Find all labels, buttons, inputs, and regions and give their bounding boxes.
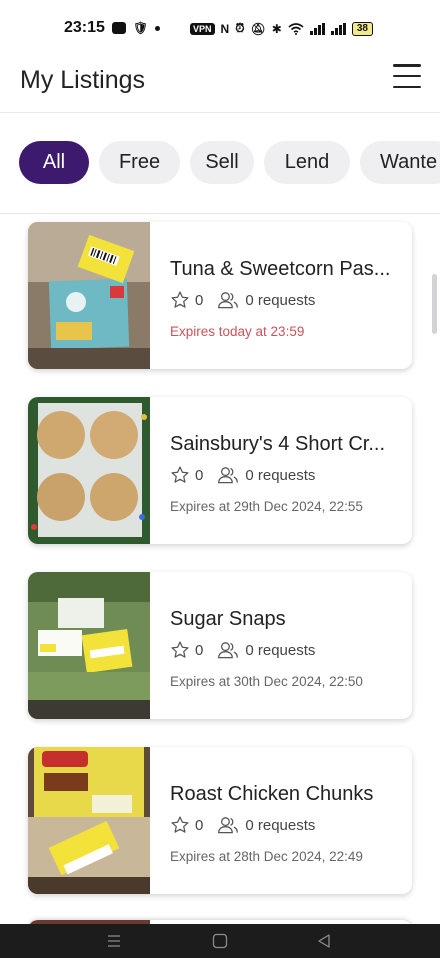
expiry-text: Expires at 30th Dec 2024, 22:50 <box>170 674 363 689</box>
hamburger-menu-icon[interactable] <box>393 64 421 88</box>
listing-title: Tuna & Sweetcorn Pas... <box>170 258 391 280</box>
users-icon <box>218 292 239 309</box>
filter-chip-free[interactable]: Free <box>99 141 180 184</box>
like-count: 0 <box>195 466 204 484</box>
dot-icon <box>155 25 161 31</box>
listing-image <box>28 572 150 719</box>
listing-meta: 0 0 requests <box>170 815 315 835</box>
listing-image <box>28 222 150 369</box>
divider <box>0 213 440 214</box>
signal-icon <box>309 22 325 35</box>
menu-line <box>393 85 421 88</box>
users-icon <box>218 817 239 834</box>
battery-icon: 38 <box>351 21 373 36</box>
filter-chip-lend[interactable]: Lend <box>264 141 350 184</box>
star-icon <box>171 291 189 308</box>
expiry-text: Expires today at 23:59 <box>170 324 305 339</box>
listing-card[interactable]: Sainsbury's 4 Short Cr... 0 0 requests E… <box>28 397 412 544</box>
scrollbar[interactable] <box>432 274 437 334</box>
status-time: 23:15 <box>64 19 105 36</box>
filter-chip-all[interactable]: All <box>19 141 89 184</box>
request-count: 0 requests <box>245 641 316 659</box>
system-nav-bar <box>0 924 440 958</box>
page-title: My Listings <box>20 66 146 94</box>
listings-list: Tuna & Sweetcorn Pas... 0 0 requests Exp… <box>28 222 412 922</box>
listing-title: Sugar Snaps <box>170 608 286 630</box>
listing-card[interactable]: Sugar Snaps 0 0 requests Expires at 30th… <box>28 572 412 719</box>
nfc-icon: N <box>220 21 230 36</box>
listing-card[interactable]: Roast Chicken Chunks 0 0 requests Expire… <box>28 747 412 894</box>
alarm-icon: ⏰︎ <box>235 21 245 35</box>
status-left-icons: 🛡︎ <box>112 21 161 35</box>
listing-image <box>28 747 150 894</box>
star-icon <box>171 816 189 833</box>
bluetooth-icon: ✱ <box>271 21 282 36</box>
app-header: My Listings <box>0 58 440 113</box>
wifi-icon <box>288 22 304 35</box>
vpn-icon: VPN <box>190 22 215 35</box>
filter-chips: All Free Sell Lend Wante <box>19 141 440 184</box>
status-right-icons: VPN N ⏰︎ 🔕︎ ✱ 38 <box>190 21 373 36</box>
media-icon <box>112 22 126 34</box>
users-icon <box>218 467 239 484</box>
listing-image <box>28 397 150 544</box>
signal-icon <box>330 22 346 35</box>
request-count: 0 requests <box>245 816 316 834</box>
home-icon[interactable] <box>212 933 228 949</box>
listing-meta: 0 0 requests <box>170 465 315 485</box>
listing-meta: 0 0 requests <box>170 290 315 310</box>
mute-icon: 🔕︎ <box>250 21 266 36</box>
like-count: 0 <box>195 291 204 309</box>
back-icon[interactable] <box>316 933 332 949</box>
star-icon <box>171 466 189 483</box>
status-bar: 23:15 🛡︎ VPN N ⏰︎ 🔕︎ ✱ 38 <box>0 0 440 58</box>
listing-title: Sainsbury's 4 Short Cr... <box>170 433 386 455</box>
like-count: 0 <box>195 641 204 659</box>
listing-card[interactable]: Tuna & Sweetcorn Pas... 0 0 requests Exp… <box>28 222 412 369</box>
request-count: 0 requests <box>245 466 316 484</box>
users-icon <box>218 642 239 659</box>
expiry-text: Expires at 29th Dec 2024, 22:55 <box>170 499 363 514</box>
filter-chip-sell[interactable]: Sell <box>190 141 254 184</box>
filter-chip-wanted[interactable]: Wante <box>360 141 440 184</box>
request-count: 0 requests <box>245 291 316 309</box>
star-icon <box>171 641 189 658</box>
listing-title: Roast Chicken Chunks <box>170 783 374 805</box>
listing-meta: 0 0 requests <box>170 640 315 660</box>
menu-line <box>393 74 421 78</box>
like-count: 0 <box>195 816 204 834</box>
expiry-text: Expires at 28th Dec 2024, 22:49 <box>170 849 363 864</box>
menu-line <box>393 64 421 67</box>
recents-icon[interactable] <box>106 933 122 949</box>
shield-icon: 🛡︎ <box>133 21 149 35</box>
